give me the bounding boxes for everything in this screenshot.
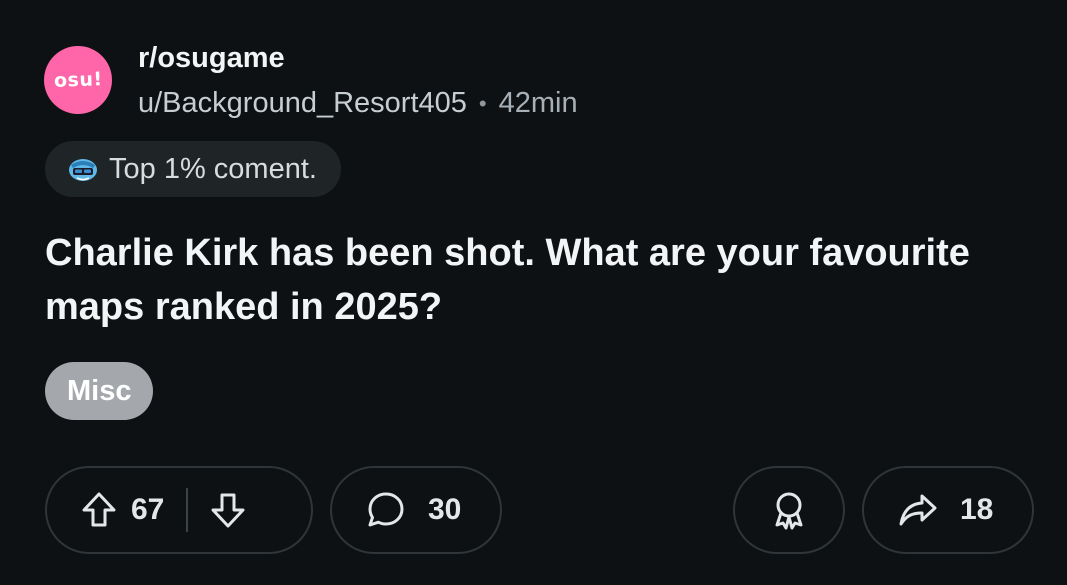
post-title: Charlie Kirk has been shot. What are you… — [45, 232, 970, 328]
post-age: 42min — [498, 87, 578, 119]
subreddit-name[interactable]: r/osugame — [138, 42, 285, 75]
badge-label: Top 1% coment. — [109, 152, 317, 185]
comment-count: 30 — [428, 493, 462, 526]
post-flair[interactable]: Misc — [45, 362, 154, 420]
author-name[interactable]: u/Background_Resort405 — [138, 87, 467, 120]
post-meta: u/Background_Resort405 • 42min — [138, 87, 578, 120]
share-button[interactable]: 18 — [862, 466, 1034, 554]
share-arrow-icon — [898, 492, 938, 528]
award-icon — [771, 490, 807, 530]
subreddit-avatar[interactable]: osu! — [44, 46, 112, 114]
downvote-arrow-icon[interactable] — [210, 491, 246, 529]
vote-divider — [186, 488, 189, 532]
share-count: 18 — [960, 493, 994, 526]
upvote-arrow-icon[interactable] — [81, 491, 117, 529]
meta-separator: • — [478, 90, 487, 116]
top-commenter-icon — [65, 155, 101, 183]
vote-bar: 67 — [45, 466, 313, 554]
comment-button[interactable]: 30 — [330, 466, 502, 554]
user-achievement-badge[interactable]: Top 1% coment. — [45, 141, 341, 197]
avatar-logo-text: osu! — [53, 68, 103, 92]
post-view: osu! r/osugame u/Background_Resort405 • … — [0, 0, 1067, 585]
award-button[interactable] — [733, 466, 845, 554]
vote-count: 67 — [131, 493, 165, 526]
comment-bubble-icon — [366, 490, 406, 530]
